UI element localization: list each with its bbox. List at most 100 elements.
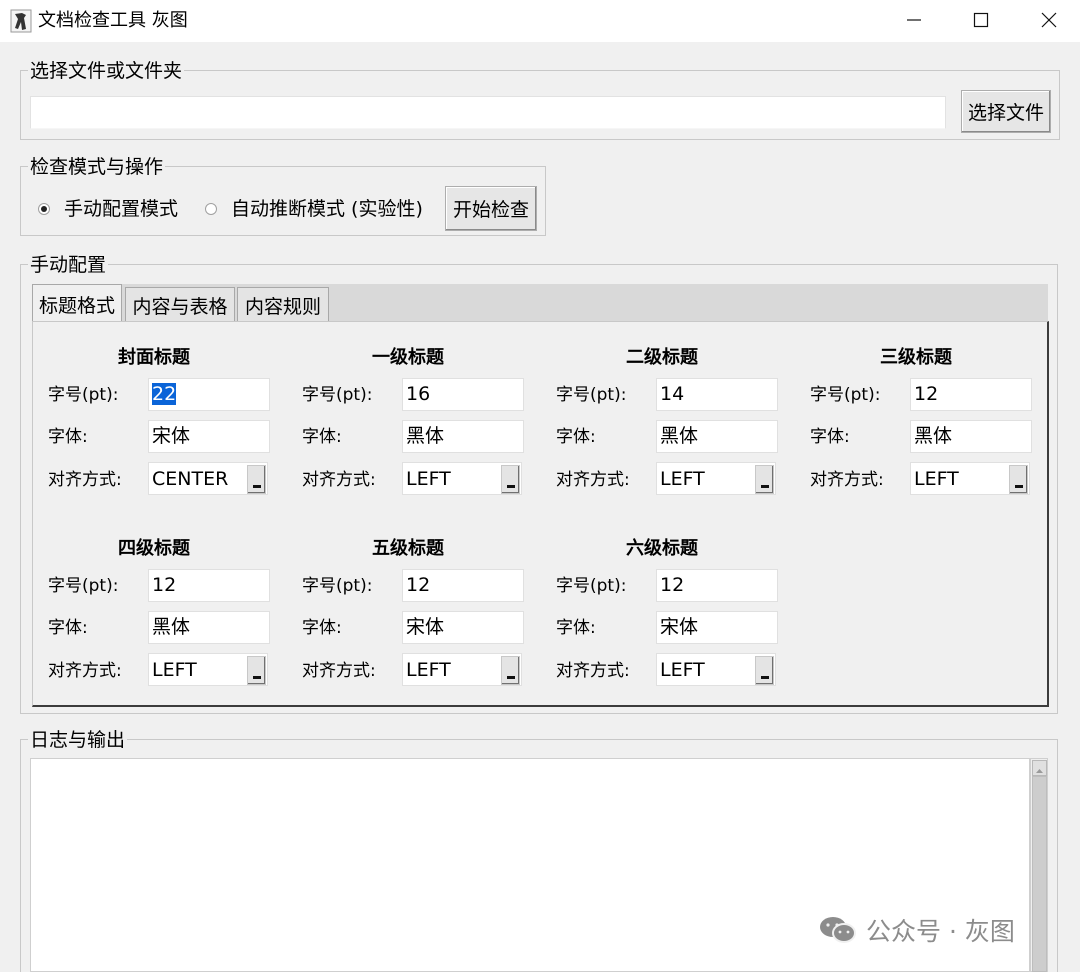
title-bar: 文档检查工具 灰图 [0, 0, 1080, 42]
close-icon [1041, 12, 1057, 28]
h4-size-label: 字号(pt): [48, 576, 119, 596]
h5-size-input[interactable]: 12 [402, 569, 524, 602]
h4-size-value: 12 [152, 574, 177, 596]
h3-size-input[interactable]: 12 [910, 378, 1032, 411]
h6-font-input[interactable]: 宋体 [656, 611, 778, 644]
cover-size-label: 字号(pt): [48, 385, 119, 405]
file-path-input[interactable] [30, 96, 946, 129]
h1-size-label: 字号(pt): [302, 385, 373, 405]
app-figure-icon [10, 9, 32, 33]
auto-mode-radio[interactable]: 自动推断模式 (实验性) [205, 197, 423, 221]
chevron-down-icon[interactable] [755, 656, 774, 685]
cover-align-select[interactable]: CENTER [148, 462, 268, 495]
h2-heading-title: 二级标题 [626, 347, 698, 368]
minimize-icon [907, 19, 921, 21]
h3-size-value: 12 [914, 383, 939, 405]
log-scrollbar[interactable] [1030, 758, 1048, 972]
wechat-icon [820, 917, 856, 943]
minimize-button[interactable] [879, 0, 949, 40]
h6-size-input[interactable]: 12 [656, 569, 778, 602]
h5-align-select[interactable]: LEFT [402, 653, 522, 686]
h5-heading-title: 五级标题 [372, 538, 444, 559]
h6-align-select[interactable]: LEFT [656, 653, 776, 686]
cover-size-input[interactable]: 22 [148, 378, 270, 411]
h1-align-label: 对齐方式: [302, 470, 376, 490]
tab-content-tables[interactable]: 内容与表格 [125, 287, 235, 322]
cover-align-value: CENTER [152, 468, 229, 490]
h1-heading-title: 一级标题 [372, 347, 444, 368]
h6-heading-title: 六级标题 [626, 538, 698, 559]
file-select-group-label: 选择文件或文件夹 [28, 59, 185, 83]
h1-size-input[interactable]: 16 [402, 378, 524, 411]
h3-align-label: 对齐方式: [810, 470, 884, 490]
chevron-down-icon[interactable] [1009, 465, 1028, 494]
watermark-text: 公众号 · 灰图 [866, 917, 1015, 946]
mode-group-label: 检查模式与操作 [28, 155, 166, 179]
h4-align-select[interactable]: LEFT [148, 653, 268, 686]
h3-size-label: 字号(pt): [810, 385, 881, 405]
watermark: 公众号 · 灰图 [818, 912, 1015, 948]
h5-align-label: 对齐方式: [302, 661, 376, 681]
h2-size-label: 字号(pt): [556, 385, 627, 405]
cover-heading-title: 封面标题 [118, 347, 190, 368]
chevron-down-icon[interactable] [755, 465, 774, 494]
h1-align-select[interactable]: LEFT [402, 462, 522, 495]
maximize-icon [973, 12, 989, 28]
radio-checked-icon [38, 203, 50, 215]
h1-font-input[interactable]: 黑体 [402, 420, 524, 453]
h2-align-select[interactable]: LEFT [656, 462, 776, 495]
h2-align-label: 对齐方式: [556, 470, 630, 490]
h4-heading-title: 四级标题 [118, 538, 190, 559]
chevron-down-icon[interactable] [247, 465, 266, 494]
h4-font-input[interactable]: 黑体 [148, 611, 270, 644]
chevron-down-icon[interactable] [247, 656, 266, 685]
h5-size-value: 12 [406, 574, 431, 596]
close-button[interactable] [1014, 0, 1080, 40]
h5-size-label: 字号(pt): [302, 576, 373, 596]
h6-align-label: 对齐方式: [556, 661, 630, 681]
h3-align-value: LEFT [914, 468, 959, 490]
h1-font-label: 字体: [302, 427, 342, 447]
h2-font-label: 字体: [556, 427, 596, 447]
h6-align-value: LEFT [660, 659, 705, 681]
scroll-up-arrow[interactable] [1032, 760, 1047, 776]
h3-font-input[interactable]: 黑体 [910, 420, 1032, 453]
h1-size-value: 16 [406, 383, 431, 405]
manual-mode-radio[interactable]: 手动配置模式 [38, 197, 178, 221]
h2-font-input[interactable]: 黑体 [656, 420, 778, 453]
maximize-button[interactable] [946, 0, 1016, 40]
cover-align-label: 对齐方式: [48, 470, 122, 490]
select-file-button[interactable]: 选择文件 [961, 90, 1051, 133]
cover-font-input[interactable]: 宋体 [148, 420, 270, 453]
h6-size-label: 字号(pt): [556, 576, 627, 596]
manual-config-group-label: 手动配置 [28, 253, 109, 277]
tab-content-rules[interactable]: 内容规则 [237, 287, 329, 322]
h3-align-select[interactable]: LEFT [910, 462, 1030, 495]
log-group-label: 日志与输出 [28, 728, 128, 752]
h2-size-value: 14 [660, 383, 685, 405]
h4-font-label: 字体: [48, 618, 88, 638]
h1-align-value: LEFT [406, 468, 451, 490]
h4-align-label: 对齐方式: [48, 661, 122, 681]
h6-size-value: 12 [660, 574, 685, 596]
h5-align-value: LEFT [406, 659, 451, 681]
auto-mode-label: 自动推断模式 (实验性) [231, 198, 423, 220]
h4-size-input[interactable]: 12 [148, 569, 270, 602]
h3-font-label: 字体: [810, 427, 850, 447]
radio-unchecked-icon [205, 203, 217, 215]
h5-font-input[interactable]: 宋体 [402, 611, 524, 644]
h2-size-input[interactable]: 14 [656, 378, 778, 411]
chevron-down-icon[interactable] [501, 465, 520, 494]
manual-mode-label: 手动配置模式 [64, 198, 179, 220]
h5-font-label: 字体: [302, 618, 342, 638]
h3-heading-title: 三级标题 [880, 347, 952, 368]
h4-align-value: LEFT [152, 659, 197, 681]
cover-font-label: 字体: [48, 427, 88, 447]
h2-align-value: LEFT [660, 468, 705, 490]
cover-size-value: 22 [152, 383, 177, 405]
window-title: 文档检查工具 灰图 [38, 10, 188, 31]
chevron-down-icon[interactable] [501, 656, 520, 685]
start-check-button[interactable]: 开始检查 [445, 186, 537, 231]
scroll-thumb[interactable] [1032, 776, 1047, 972]
tab-heading-format[interactable]: 标题格式 [32, 284, 122, 323]
